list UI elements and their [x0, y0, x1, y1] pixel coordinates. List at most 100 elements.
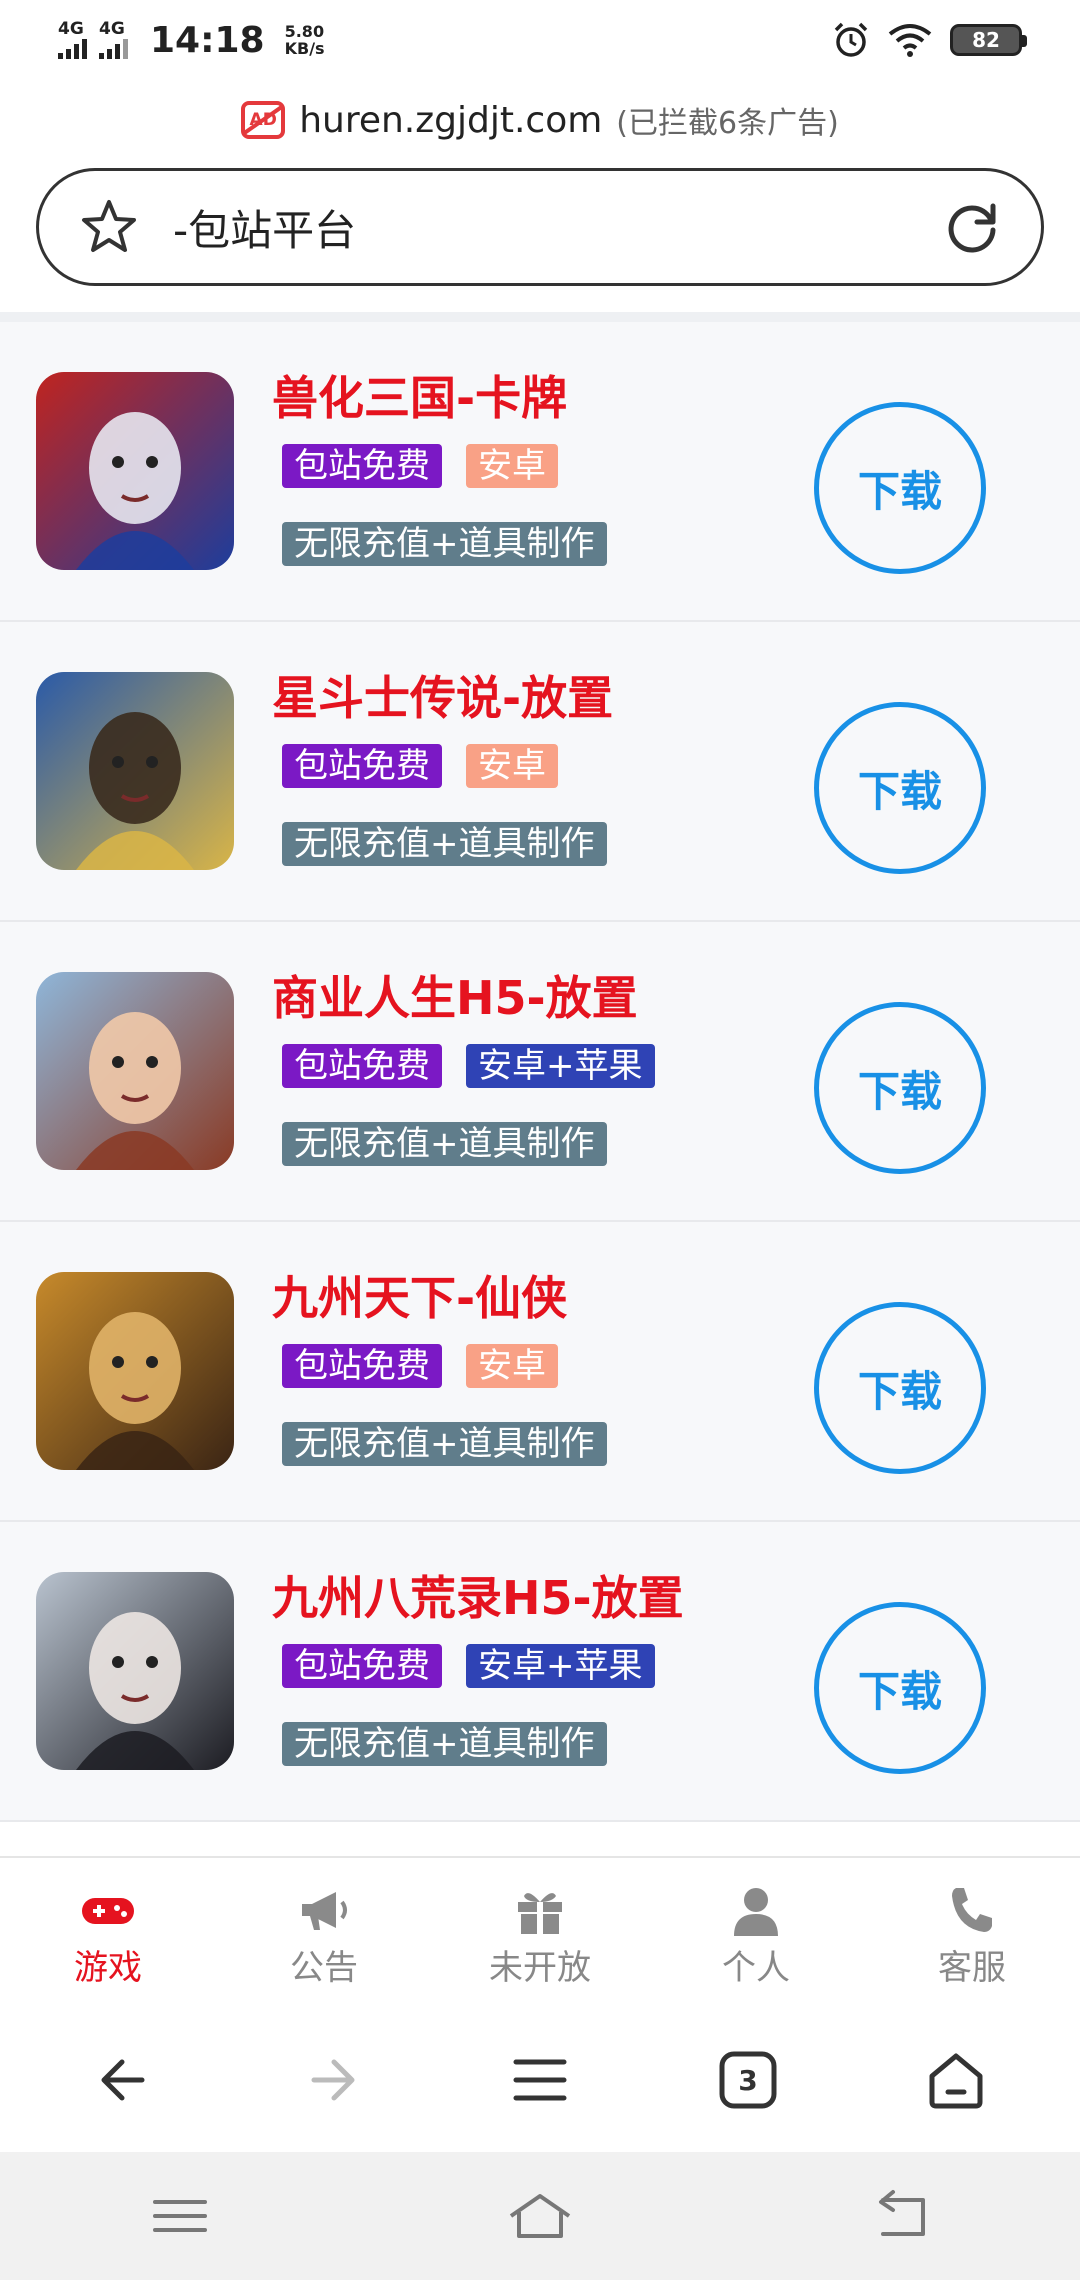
network-speed-value: 5.80 [284, 22, 325, 41]
game-thumbnail[interactable] [36, 1272, 234, 1470]
recent-apps-icon[interactable] [145, 2188, 215, 2244]
game-item[interactable]: 兽化三国-卡牌 包站免费 安卓 无限充值+道具制作 下载 [0, 322, 1080, 622]
game-tag: 安卓 [466, 744, 558, 788]
tab-1[interactable]: 游戏 [0, 1858, 216, 2008]
address-bar[interactable]: -包站平台 [36, 168, 1044, 286]
tab-2[interactable]: 公告 [216, 1858, 432, 2008]
game-thumbnail-image [36, 1272, 234, 1470]
game-thumbnail-image [36, 372, 234, 570]
tab-label: 客服 [938, 1948, 1006, 1988]
game-feature-tag: 无限充值+道具制作 [282, 522, 607, 566]
browser-nav: 3 [0, 2008, 1080, 2152]
browser-home-icon [929, 2053, 983, 2109]
signal-bars-icon [58, 37, 87, 59]
tab-label: 个人 [722, 1948, 790, 1988]
game-feature-tag: 无限充值+道具制作 [282, 1722, 607, 1766]
game-tag: 包站免费 [282, 1344, 442, 1388]
game-tag: 安卓+苹果 [466, 1044, 655, 1088]
game-feature-tag: 无限充值+道具制作 [282, 822, 607, 866]
arrow-right-icon [311, 2059, 355, 2101]
gamepad-icon [82, 1898, 134, 1924]
system-nav [0, 2152, 1080, 2280]
game-item[interactable]: 商业人生H5-放置 包站免费 安卓+苹果 无限充值+道具制作 下载 [0, 922, 1080, 1222]
game-tag: 包站免费 [282, 744, 442, 788]
signal-2: 4G [99, 21, 128, 59]
tab-label: 公告 [290, 1948, 358, 1988]
game-thumbnail[interactable] [36, 1572, 234, 1770]
game-tag: 安卓 [466, 1344, 558, 1388]
alarm-icon [834, 22, 868, 57]
game-tag: 安卓 [466, 444, 558, 488]
game-item[interactable]: 九州天下-仙侠 包站免费 安卓 无限充值+道具制作 下载 [0, 1222, 1080, 1522]
game-feature-tag: 无限充值+道具制作 [282, 1122, 607, 1166]
signal-bars-icon [99, 37, 128, 59]
back-icon[interactable] [865, 2188, 935, 2244]
network-speed: 5.80 KB/s [285, 23, 325, 57]
game-list: 兽化三国-卡牌 包站免费 安卓 无限充值+道具制作 下载 星斗士传说-放置 包站免… [0, 322, 1080, 1822]
reload-icon[interactable] [943, 198, 1001, 256]
game-title[interactable]: 兽化三国-卡牌 [272, 362, 567, 428]
game-tags: 包站免费 安卓 [282, 444, 558, 488]
bookmark-star-icon[interactable] [79, 197, 139, 257]
status-left: 4G 4G 14:18 5.80 KB/s [58, 20, 325, 61]
game-tag: 包站免费 [282, 1044, 442, 1088]
signal-1: 4G [58, 21, 87, 59]
forward-button[interactable] [292, 2040, 372, 2120]
page-title-text[interactable]: -包站平台 [173, 197, 356, 258]
game-title[interactable]: 九州天下-仙侠 [272, 1262, 567, 1328]
game-thumbnail[interactable] [36, 672, 234, 870]
tab-count: 3 [738, 2063, 758, 2097]
clock: 14:18 [150, 19, 265, 61]
megaphone-icon [302, 1892, 347, 1930]
game-feature-tag: 无限充值+道具制作 [282, 1422, 607, 1466]
tab-bar: 游戏 公告 未开放 个人 客服 [0, 1856, 1080, 2008]
person-icon [734, 1888, 778, 1936]
download-button[interactable]: 下载 [814, 402, 986, 574]
tab-label: 游戏 [74, 1948, 142, 1988]
network-type-2: 4G [99, 19, 125, 39]
game-thumbnail[interactable] [36, 372, 234, 570]
url-row: AD huren.zgjdjt.com (已拦截6条广告) [0, 90, 1080, 150]
hamburger-menu-icon [513, 2059, 567, 2101]
game-item[interactable]: 星斗士传说-放置 包站免费 安卓 无限充值+道具制作 下载 [0, 622, 1080, 922]
game-tags: 包站免费 安卓 [282, 744, 558, 788]
game-item[interactable]: 九州八荒录H5-放置 包站免费 安卓+苹果 无限充值+道具制作 下载 [0, 1522, 1080, 1822]
game-tags: 包站免费 安卓 [282, 1344, 558, 1388]
download-button[interactable]: 下载 [814, 702, 986, 874]
game-title[interactable]: 商业人生H5-放置 [272, 962, 638, 1028]
game-thumbnail-image [36, 1572, 234, 1770]
back-button[interactable] [84, 2040, 164, 2120]
status-right: 82 [832, 21, 1027, 59]
download-button[interactable]: 下载 [814, 1602, 986, 1774]
game-thumbnail-image [36, 972, 234, 1170]
gift-icon [518, 1893, 562, 1934]
home-button[interactable] [916, 2040, 996, 2120]
download-button[interactable]: 下载 [814, 1302, 986, 1474]
arrow-left-icon [101, 2059, 145, 2101]
tabs-button[interactable]: 3 [708, 2040, 788, 2120]
game-thumbnail-image [36, 672, 234, 870]
tab-label: 未开放 [489, 1948, 591, 1988]
network-type-1: 4G [58, 19, 84, 39]
game-title[interactable]: 九州八荒录H5-放置 [272, 1562, 684, 1628]
battery-icon: 82 [950, 24, 1027, 56]
game-tag: 包站免费 [282, 1644, 442, 1688]
url-domain: huren.zgjdjt.com [299, 99, 603, 141]
divider [0, 312, 1080, 322]
home-icon[interactable] [505, 2188, 575, 2244]
ad-block-icon[interactable]: AD [241, 101, 286, 139]
game-thumbnail[interactable] [36, 972, 234, 1170]
download-button[interactable]: 下载 [814, 1002, 986, 1174]
ad-blocked-note: (已拦截6条广告) [616, 106, 839, 141]
game-tag: 安卓+苹果 [466, 1644, 655, 1688]
network-speed-unit: KB/s [284, 39, 325, 58]
tab-4[interactable]: 个人 [648, 1858, 864, 2008]
game-title[interactable]: 星斗士传说-放置 [272, 662, 613, 728]
status-bar: 4G 4G 14:18 5.80 KB/s 82 [0, 0, 1080, 80]
tab-5[interactable]: 客服 [864, 1858, 1080, 2008]
game-tags: 包站免费 安卓+苹果 [282, 1644, 655, 1688]
wifi-icon [888, 24, 932, 57]
game-tag: 包站免费 [282, 444, 442, 488]
menu-button[interactable] [500, 2040, 580, 2120]
tab-3[interactable]: 未开放 [432, 1858, 648, 2008]
